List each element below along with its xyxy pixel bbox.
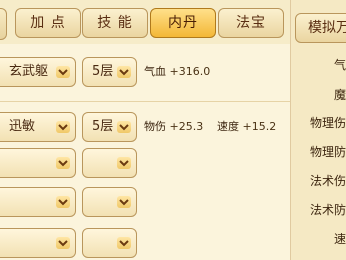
chevron-down-icon bbox=[117, 121, 131, 133]
neidan-select[interactable] bbox=[0, 228, 76, 258]
panel-stat-speed: 速 bbox=[333, 232, 346, 246]
stat-phys-damage: 物伤 +25.3 bbox=[144, 112, 203, 142]
panel-stat-magic-dmg: 法术伤 bbox=[309, 174, 346, 188]
chevron-down-icon bbox=[117, 237, 131, 249]
level-select[interactable] bbox=[82, 148, 137, 178]
neidan-select-value: 迅敏 bbox=[9, 119, 36, 134]
chevron-down-icon bbox=[117, 196, 131, 208]
neidan-row-2: 迅敏 5层 物伤 +25.3 速度 +15.2 bbox=[0, 112, 290, 142]
panel-stat-magic-def: 法术防 bbox=[309, 203, 346, 217]
stat-name: 气血 bbox=[144, 65, 166, 78]
neidan-select[interactable]: 玄武躯 bbox=[0, 57, 76, 87]
divider bbox=[0, 101, 290, 102]
chevron-down-icon bbox=[117, 157, 131, 169]
chevron-down-icon bbox=[56, 121, 70, 133]
neidan-row-1: 玄武躯 5层 气血 +316.0 bbox=[0, 57, 290, 87]
chevron-down-icon bbox=[56, 157, 70, 169]
tab-add-points[interactable]: 加 点 bbox=[15, 8, 81, 38]
level-select-value: 5层 bbox=[92, 119, 114, 134]
neidan-row-3 bbox=[0, 148, 290, 178]
level-select[interactable]: 5层 bbox=[82, 112, 137, 142]
tab-treasure[interactable]: 法宝 bbox=[218, 8, 284, 38]
stat-value: +25.3 bbox=[169, 120, 204, 133]
simulate-button[interactable]: 模拟万 bbox=[295, 13, 346, 43]
chevron-down-icon bbox=[56, 237, 70, 249]
stat-name: 物伤 bbox=[144, 120, 166, 133]
stat-name: 速度 bbox=[217, 120, 239, 133]
neidan-select[interactable]: 迅敏 bbox=[0, 112, 76, 142]
level-select-value: 5层 bbox=[92, 64, 114, 79]
stat-value: +15.2 bbox=[242, 120, 277, 133]
tab-neidan[interactable]: 内丹 bbox=[150, 8, 216, 38]
stat-hp: 气血 +316.0 bbox=[144, 57, 210, 87]
stage: 加 点 技 能 内丹 法宝 玄武躯 5层 气血 +316.0 迅敏 5层 物伤 bbox=[0, 0, 346, 260]
chevron-down-icon bbox=[56, 196, 70, 208]
panel-stat-hp: 气 bbox=[333, 58, 346, 72]
neidan-row-4 bbox=[0, 187, 290, 217]
level-select[interactable] bbox=[82, 187, 137, 217]
neidan-row-5 bbox=[0, 228, 290, 258]
level-select[interactable]: 5层 bbox=[82, 57, 137, 87]
stat-speed: 速度 +15.2 bbox=[217, 112, 276, 142]
level-select[interactable] bbox=[82, 228, 137, 258]
neidan-select[interactable] bbox=[0, 148, 76, 178]
panel-stat-phys-dmg: 物理伤 bbox=[309, 116, 346, 130]
stat-value: +316.0 bbox=[169, 65, 211, 78]
chevron-down-icon bbox=[56, 66, 70, 78]
neidan-select-value: 玄武躯 bbox=[9, 64, 49, 79]
panel-stat-phys-def: 物理防 bbox=[309, 145, 346, 159]
chevron-down-icon bbox=[117, 66, 131, 78]
neidan-select[interactable] bbox=[0, 187, 76, 217]
tab-skills[interactable]: 技 能 bbox=[82, 8, 148, 38]
tab-bar: 加 点 技 能 内丹 法宝 bbox=[0, 0, 290, 44]
tab-partial-left[interactable] bbox=[0, 8, 7, 40]
panel-stat-mp: 魔 bbox=[333, 88, 346, 102]
